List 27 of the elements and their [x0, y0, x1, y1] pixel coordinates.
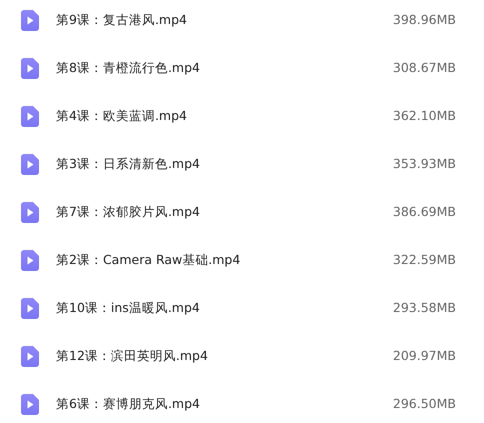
file-size: 209.97MB — [392, 346, 456, 365]
video-file-icon — [21, 10, 39, 30]
file-name[interactable]: 第9课：复古港风.mp4 — [56, 10, 187, 30]
file-name[interactable]: 第4课：欧美蓝调.mp4 — [56, 106, 187, 126]
file-size: 322.59MB — [392, 250, 456, 269]
file-name[interactable]: 第7课：浓郁胶片风.mp4 — [56, 202, 200, 222]
file-size: 308.67MB — [392, 58, 456, 77]
file-size: 296.50MB — [392, 394, 456, 413]
file-name[interactable]: 第3课：日系清新色.mp4 — [56, 154, 200, 174]
video-file-icon — [21, 250, 39, 270]
file-name[interactable]: 第2课：Camera Raw基础.mp4 — [56, 250, 240, 270]
video-file-icon — [21, 58, 39, 78]
video-file-icon — [21, 298, 39, 318]
video-file-icon — [21, 106, 39, 126]
file-size: 398.96MB — [392, 10, 456, 29]
file-size: 386.69MB — [392, 202, 456, 221]
video-file-icon — [21, 346, 39, 366]
file-size: 353.93MB — [392, 154, 456, 173]
file-name[interactable]: 第10课：ins温暖风.mp4 — [56, 298, 200, 318]
video-file-icon — [21, 394, 39, 414]
video-file-icon — [21, 202, 39, 222]
file-size: 293.58MB — [392, 298, 456, 317]
video-file-icon — [21, 154, 39, 174]
file-size: 362.10MB — [392, 106, 456, 125]
file-name[interactable]: 第12课：滨田英明风.mp4 — [56, 346, 208, 366]
file-name[interactable]: 第6课：赛博朋克风.mp4 — [56, 394, 200, 414]
file-name[interactable]: 第8课：青橙流行色.mp4 — [56, 58, 200, 78]
